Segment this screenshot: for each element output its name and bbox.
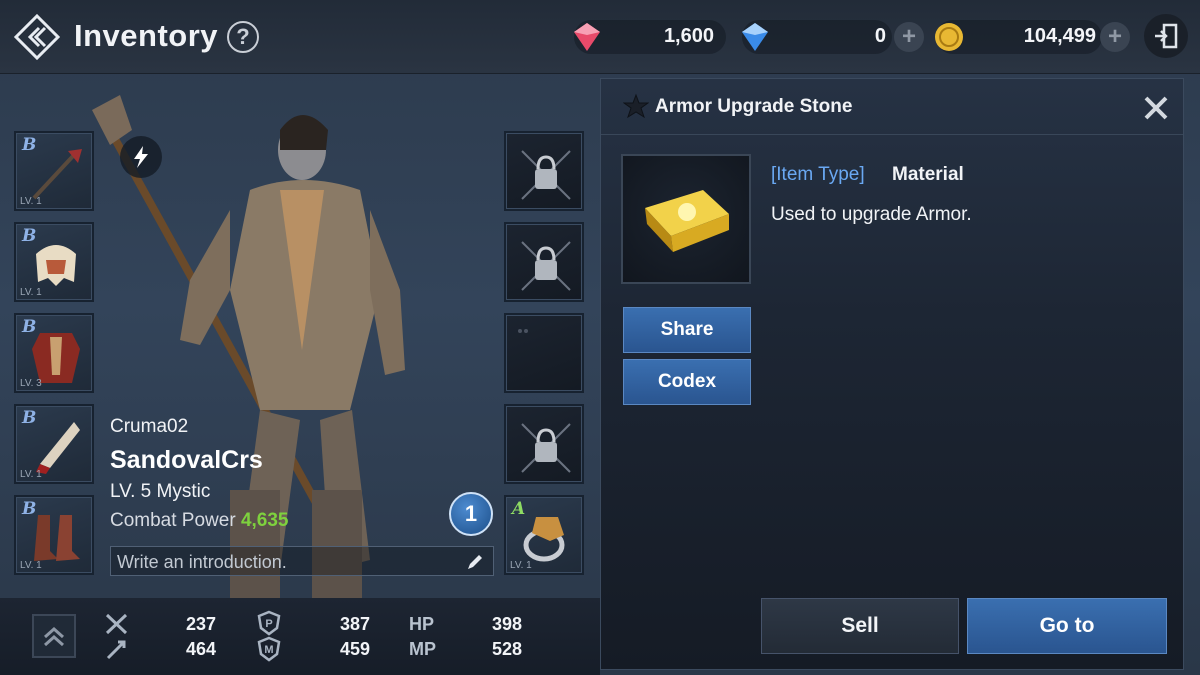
item-level: LV. 1 bbox=[510, 560, 532, 571]
red-diamond-counter: 1,600 bbox=[574, 20, 726, 54]
necklace-slot-locked[interactable] bbox=[504, 131, 584, 211]
mp-label: MP bbox=[409, 639, 436, 659]
close-icon[interactable] bbox=[1141, 93, 1171, 123]
adena-value: 104,499 bbox=[1023, 25, 1096, 47]
armor-slot[interactable]: B LV. 3 bbox=[14, 313, 94, 393]
exit-door-icon bbox=[1155, 23, 1178, 49]
edit-pencil-icon[interactable] bbox=[465, 552, 485, 572]
svg-text:P: P bbox=[265, 618, 272, 630]
gloves-slot[interactable]: B LV. 1 bbox=[14, 404, 94, 484]
adena-counter: 104,499 bbox=[935, 20, 1102, 54]
gold-coin-icon bbox=[935, 23, 963, 51]
upgrade-stone-icon bbox=[645, 190, 729, 252]
add-adena-button[interactable]: + bbox=[1100, 22, 1130, 52]
ranged-attack-value: 464 bbox=[185, 639, 216, 659]
item-level: LV. 1 bbox=[20, 469, 42, 480]
combat-power-value: 4,635 bbox=[240, 510, 289, 531]
item-level: LV. 1 bbox=[20, 560, 42, 571]
boots-icon bbox=[34, 515, 80, 561]
red-diamond-icon bbox=[574, 23, 600, 51]
lock-icon bbox=[521, 423, 571, 473]
item-type-value: Material bbox=[892, 164, 964, 185]
character-name: SandovalCrs bbox=[110, 446, 263, 474]
earring-slot-locked[interactable] bbox=[504, 222, 584, 302]
red-diamond-value: 1,600 bbox=[663, 25, 714, 47]
introduction-placeholder: Write an introduction. bbox=[117, 552, 287, 572]
exit-button[interactable] bbox=[1144, 14, 1188, 58]
stats-bar: 237 464 P M 387 459 HP MP 398 528 bbox=[0, 598, 600, 675]
blue-diamond-icon bbox=[742, 23, 768, 51]
earring-slot-empty[interactable] bbox=[504, 313, 584, 393]
item-level: LV. 1 bbox=[20, 196, 42, 207]
ranged-attack-icon bbox=[106, 640, 126, 660]
favorite-star-icon[interactable] bbox=[623, 93, 649, 119]
ring-slot[interactable]: A LV. 1 bbox=[504, 495, 584, 575]
helmet-icon bbox=[36, 245, 76, 286]
lock-icon bbox=[521, 241, 571, 291]
go-to-button[interactable]: Go to bbox=[967, 598, 1167, 654]
introduction-field[interactable]: Write an introduction. bbox=[110, 546, 494, 576]
hp-value: 398 bbox=[491, 614, 522, 634]
page-title: Inventory bbox=[74, 18, 219, 53]
hp-label: HP bbox=[409, 614, 435, 634]
item-detail-header: Armor Upgrade Stone bbox=[601, 79, 1183, 135]
sell-button[interactable]: Sell bbox=[761, 598, 959, 654]
blue-diamond-counter: 0 bbox=[742, 20, 892, 54]
combat-power: Combat Power 4,635 bbox=[110, 510, 289, 532]
ring-icon bbox=[523, 517, 565, 562]
boots-slot[interactable]: B LV. 1 bbox=[14, 495, 94, 575]
expand-stats-button[interactable] bbox=[32, 614, 76, 658]
magic-defense-value: 459 bbox=[339, 639, 370, 659]
weapon-slot[interactable]: B LV. 1 bbox=[14, 131, 94, 211]
physical-defense-value: 387 bbox=[339, 614, 370, 634]
staff-icon bbox=[32, 149, 82, 200]
svg-text:M: M bbox=[264, 644, 273, 656]
help-icon[interactable]: ? bbox=[227, 21, 259, 53]
blue-diamond-value: 0 bbox=[874, 25, 886, 47]
magic-defense-icon: M bbox=[257, 636, 281, 662]
melee-attack-icon bbox=[105, 613, 128, 635]
ring-slot-locked[interactable] bbox=[504, 404, 584, 484]
item-description: Used to upgrade Armor. bbox=[771, 204, 972, 225]
item-level: LV. 1 bbox=[20, 287, 42, 298]
codex-button[interactable]: Codex bbox=[623, 359, 751, 405]
back-icon[interactable] bbox=[13, 13, 61, 61]
server-name: Cruma02 bbox=[110, 416, 189, 437]
double-chevron-up-icon bbox=[44, 626, 64, 647]
share-button[interactable]: Share bbox=[623, 307, 751, 353]
gloves-icon bbox=[36, 422, 80, 474]
item-detail-panel: Armor Upgrade Stone [Item Type] Material… bbox=[600, 78, 1184, 670]
add-blue-diamond-button[interactable]: + bbox=[894, 22, 924, 52]
earring-placeholder-icon bbox=[518, 329, 528, 333]
lock-icon bbox=[521, 150, 571, 200]
helmet-slot[interactable]: B LV. 1 bbox=[14, 222, 94, 302]
physical-defense-icon: P bbox=[257, 610, 281, 636]
top-bar: Inventory ? 1,600 0 + 104,499 + bbox=[0, 0, 1200, 74]
mp-value: 528 bbox=[491, 639, 522, 659]
notification-badge[interactable]: 1 bbox=[449, 492, 493, 536]
item-type-label: [Item Type] bbox=[771, 164, 865, 185]
item-level: LV. 3 bbox=[20, 378, 42, 389]
armor-icon bbox=[32, 333, 80, 383]
item-image-frame bbox=[621, 154, 751, 284]
item-name: Armor Upgrade Stone bbox=[655, 96, 853, 117]
melee-attack-value: 237 bbox=[185, 614, 216, 634]
awakening-skill-icon[interactable] bbox=[120, 136, 162, 178]
combat-power-label: Combat Power bbox=[110, 510, 236, 531]
level-class: LV. 5 Mystic bbox=[110, 481, 211, 502]
